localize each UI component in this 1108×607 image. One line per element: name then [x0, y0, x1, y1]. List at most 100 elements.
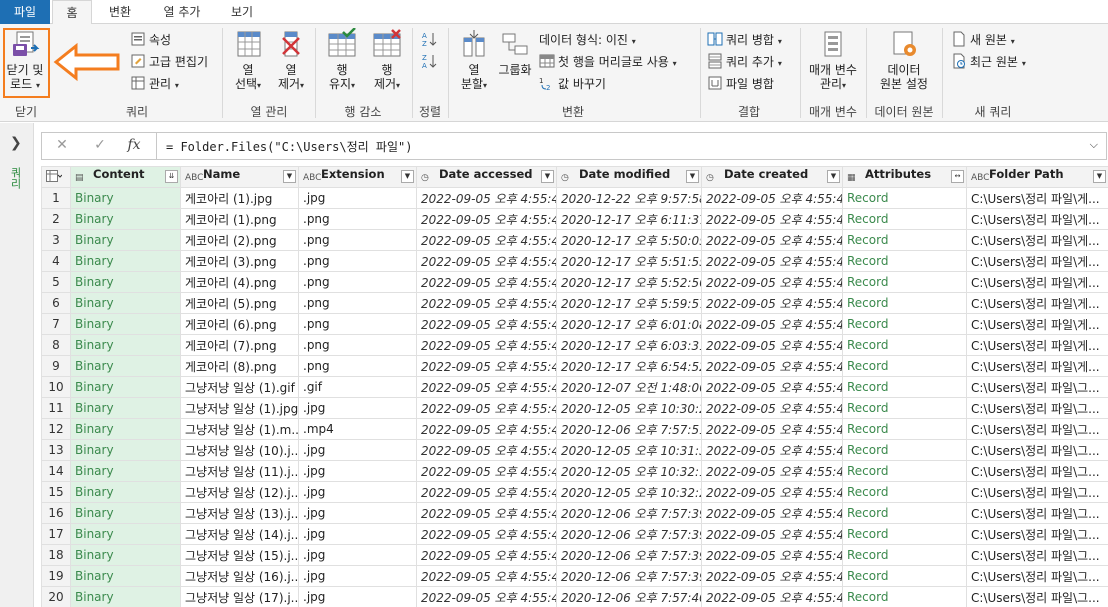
- cell-attributes[interactable]: Record: [842, 250, 967, 272]
- row-number[interactable]: 16: [41, 502, 71, 524]
- cell-extension[interactable]: .png: [298, 250, 417, 272]
- cell-name[interactable]: 그냥저냥 일상 (14).j...: [180, 523, 299, 545]
- cell-date-created[interactable]: 2022-09-05 오후 4:55:43: [701, 334, 843, 356]
- cell-date-created[interactable]: 2022-09-05 오후 4:55:43: [701, 397, 843, 419]
- cell-date-modified[interactable]: 2020-12-05 오후 10:32:21: [556, 481, 702, 503]
- replace-values-button[interactable]: 12 값 바꾸기: [539, 74, 606, 94]
- cell-name[interactable]: 게코아리 (8).png: [180, 355, 299, 377]
- cell-content[interactable]: Binary: [70, 376, 181, 398]
- data-type-dropdown[interactable]: 데이터 형식: 이진 ▾: [539, 30, 636, 50]
- column-header-date-accessed[interactable]: ◷ Date accessed ▼: [416, 166, 557, 188]
- choose-columns-button[interactable]: 열 선택▾: [227, 28, 269, 93]
- cell-date-modified[interactable]: 2020-12-06 오후 7:57:39: [556, 523, 702, 545]
- tab-add-column[interactable]: 열 추가: [150, 0, 214, 24]
- cell-extension[interactable]: .jpg: [298, 439, 417, 461]
- cell-content[interactable]: Binary: [70, 355, 181, 377]
- cell-date-accessed[interactable]: 2022-09-05 오후 4:55:43: [416, 187, 557, 209]
- cell-name[interactable]: 그냥저냥 일상 (17).j...: [180, 586, 299, 607]
- cell-attributes[interactable]: Record: [842, 271, 967, 293]
- cell-date-created[interactable]: 2022-09-05 오후 4:55:43: [701, 544, 843, 566]
- cell-date-modified[interactable]: 2020-12-17 오후 5:50:05: [556, 229, 702, 251]
- cell-folder-path[interactable]: C:\Users\정리 파일\그...: [966, 565, 1108, 587]
- row-number[interactable]: 7: [41, 313, 71, 335]
- cell-folder-path[interactable]: C:\Users\정리 파일\그...: [966, 502, 1108, 524]
- cell-content[interactable]: Binary: [70, 229, 181, 251]
- cell-date-created[interactable]: 2022-09-05 오후 4:55:43: [701, 460, 843, 482]
- expand-binary-button[interactable]: ⇊: [165, 170, 178, 183]
- cell-extension[interactable]: .jpg: [298, 397, 417, 419]
- cell-date-modified[interactable]: 2020-12-17 오후 6:01:08: [556, 313, 702, 335]
- cell-content[interactable]: Binary: [70, 502, 181, 524]
- tab-view[interactable]: 보기: [222, 0, 262, 24]
- cell-extension[interactable]: .jpg: [298, 586, 417, 607]
- table-row[interactable]: 8 Binary 게코아리 (7).png .png 2022-09-05 오후 4:5…: [41, 334, 1108, 356]
- advanced-editor-button[interactable]: 고급 편집기: [130, 52, 208, 72]
- combine-files-button[interactable]: 파일 병합: [707, 74, 774, 94]
- cell-name[interactable]: 그냥저냥 일상 (13).j...: [180, 502, 299, 524]
- cell-content[interactable]: Binary: [70, 460, 181, 482]
- row-number[interactable]: 8: [41, 334, 71, 356]
- cell-date-created[interactable]: 2022-09-05 오후 4:55:43: [701, 481, 843, 503]
- cell-name[interactable]: 게코아리 (2).png: [180, 229, 299, 251]
- cell-content[interactable]: Binary: [70, 334, 181, 356]
- cell-attributes[interactable]: Record: [842, 439, 967, 461]
- table-row[interactable]: 2 Binary 게코아리 (1).png .png 2022-09-05 오후 4:5…: [41, 208, 1108, 230]
- cell-name[interactable]: 게코아리 (4).png: [180, 271, 299, 293]
- cell-attributes[interactable]: Record: [842, 208, 967, 230]
- row-number[interactable]: 13: [41, 439, 71, 461]
- column-header-folder-path[interactable]: ABCFolder Path ▼: [966, 166, 1108, 188]
- use-first-row-as-headers-button[interactable]: 첫 행을 머리글로 사용 ▾: [539, 52, 677, 72]
- cell-name[interactable]: 게코아리 (6).png: [180, 313, 299, 335]
- table-row[interactable]: 14 Binary 그냥저냥 일상 (11).j... .jpg 2022-09-05 …: [41, 460, 1108, 482]
- cell-extension[interactable]: .jpg: [298, 502, 417, 524]
- cell-date-accessed[interactable]: 2022-09-05 오후 4:55:43: [416, 334, 557, 356]
- table-row[interactable]: 1 Binary 게코아리 (1).jpg .jpg 2022-09-05 오후 4:5…: [41, 187, 1108, 209]
- formula-input[interactable]: = Folder.Files("C:\Users\정리 파일"): [166, 138, 412, 155]
- merge-queries-button[interactable]: 쿼리 병합 ▾: [707, 30, 782, 50]
- column-header-attributes[interactable]: ▦ Attributes ↔: [842, 166, 967, 188]
- tab-file[interactable]: 파일: [0, 0, 50, 24]
- table-row[interactable]: 11 Binary 그냥저냥 일상 (1).jpg .jpg 2022-09-05 오후…: [41, 397, 1108, 419]
- cell-date-modified[interactable]: 2020-12-07 오전 1:48:06: [556, 376, 702, 398]
- row-number[interactable]: 18: [41, 544, 71, 566]
- table-row[interactable]: 15 Binary 그냥저냥 일상 (12).j... .jpg 2022-09-05 …: [41, 481, 1108, 503]
- table-row[interactable]: 9 Binary 게코아리 (8).png .png 2022-09-05 오후 4:5…: [41, 355, 1108, 377]
- column-header-extension[interactable]: ABCExtension ▼: [298, 166, 417, 188]
- column-filter-dropdown[interactable]: ▼: [401, 170, 414, 183]
- cell-date-created[interactable]: 2022-09-05 오후 4:55:43: [701, 439, 843, 461]
- cell-date-modified[interactable]: 2020-12-06 오후 7:57:39: [556, 502, 702, 524]
- cell-attributes[interactable]: Record: [842, 481, 967, 503]
- cell-date-accessed[interactable]: 2022-09-05 오후 4:55:43: [416, 460, 557, 482]
- cell-date-modified[interactable]: 2020-12-06 오후 7:57:40: [556, 586, 702, 607]
- cell-folder-path[interactable]: C:\Users\정리 파일\그...: [966, 481, 1108, 503]
- cell-date-modified[interactable]: 2020-12-06 오후 7:57:39: [556, 565, 702, 587]
- cell-content[interactable]: Binary: [70, 208, 181, 230]
- sort-descending-button[interactable]: ZA: [421, 52, 440, 72]
- table-row[interactable]: 16 Binary 그냥저냥 일상 (13).j... .jpg 2022-09-05 …: [41, 502, 1108, 524]
- new-source-button[interactable]: 새 원본 ▾: [951, 30, 1015, 50]
- cell-extension[interactable]: .png: [298, 334, 417, 356]
- cell-content[interactable]: Binary: [70, 439, 181, 461]
- column-filter-dropdown[interactable]: ▼: [1093, 170, 1106, 183]
- column-filter-dropdown[interactable]: ▼: [686, 170, 699, 183]
- cell-attributes[interactable]: Record: [842, 502, 967, 524]
- cell-content[interactable]: Binary: [70, 187, 181, 209]
- split-column-button[interactable]: 열 분할▾: [453, 28, 495, 93]
- cell-folder-path[interactable]: C:\Users\정리 파일\그...: [966, 418, 1108, 440]
- cell-date-modified[interactable]: 2020-12-22 오후 9:57:58: [556, 187, 702, 209]
- row-number[interactable]: 1: [41, 187, 71, 209]
- cell-folder-path[interactable]: C:\Users\정리 파일\그...: [966, 397, 1108, 419]
- cell-date-accessed[interactable]: 2022-09-05 오후 4:55:43: [416, 271, 557, 293]
- column-header-content[interactable]: ▤ Content ⇊: [70, 166, 181, 188]
- row-number[interactable]: 20: [41, 586, 71, 607]
- cell-date-accessed[interactable]: 2022-09-05 오후 4:55:43: [416, 523, 557, 545]
- row-number[interactable]: 14: [41, 460, 71, 482]
- expand-record-button[interactable]: ↔: [951, 170, 964, 183]
- cell-content[interactable]: Binary: [70, 313, 181, 335]
- cell-folder-path[interactable]: C:\Users\정리 파일\게...: [966, 355, 1108, 377]
- cell-content[interactable]: Binary: [70, 586, 181, 607]
- cell-content[interactable]: Binary: [70, 250, 181, 272]
- keep-rows-button[interactable]: 행 유지▾: [320, 28, 364, 93]
- cell-date-created[interactable]: 2022-09-05 오후 4:55:43: [701, 418, 843, 440]
- table-row[interactable]: 19 Binary 그냥저냥 일상 (16).j... .jpg 2022-09-05 …: [41, 565, 1108, 587]
